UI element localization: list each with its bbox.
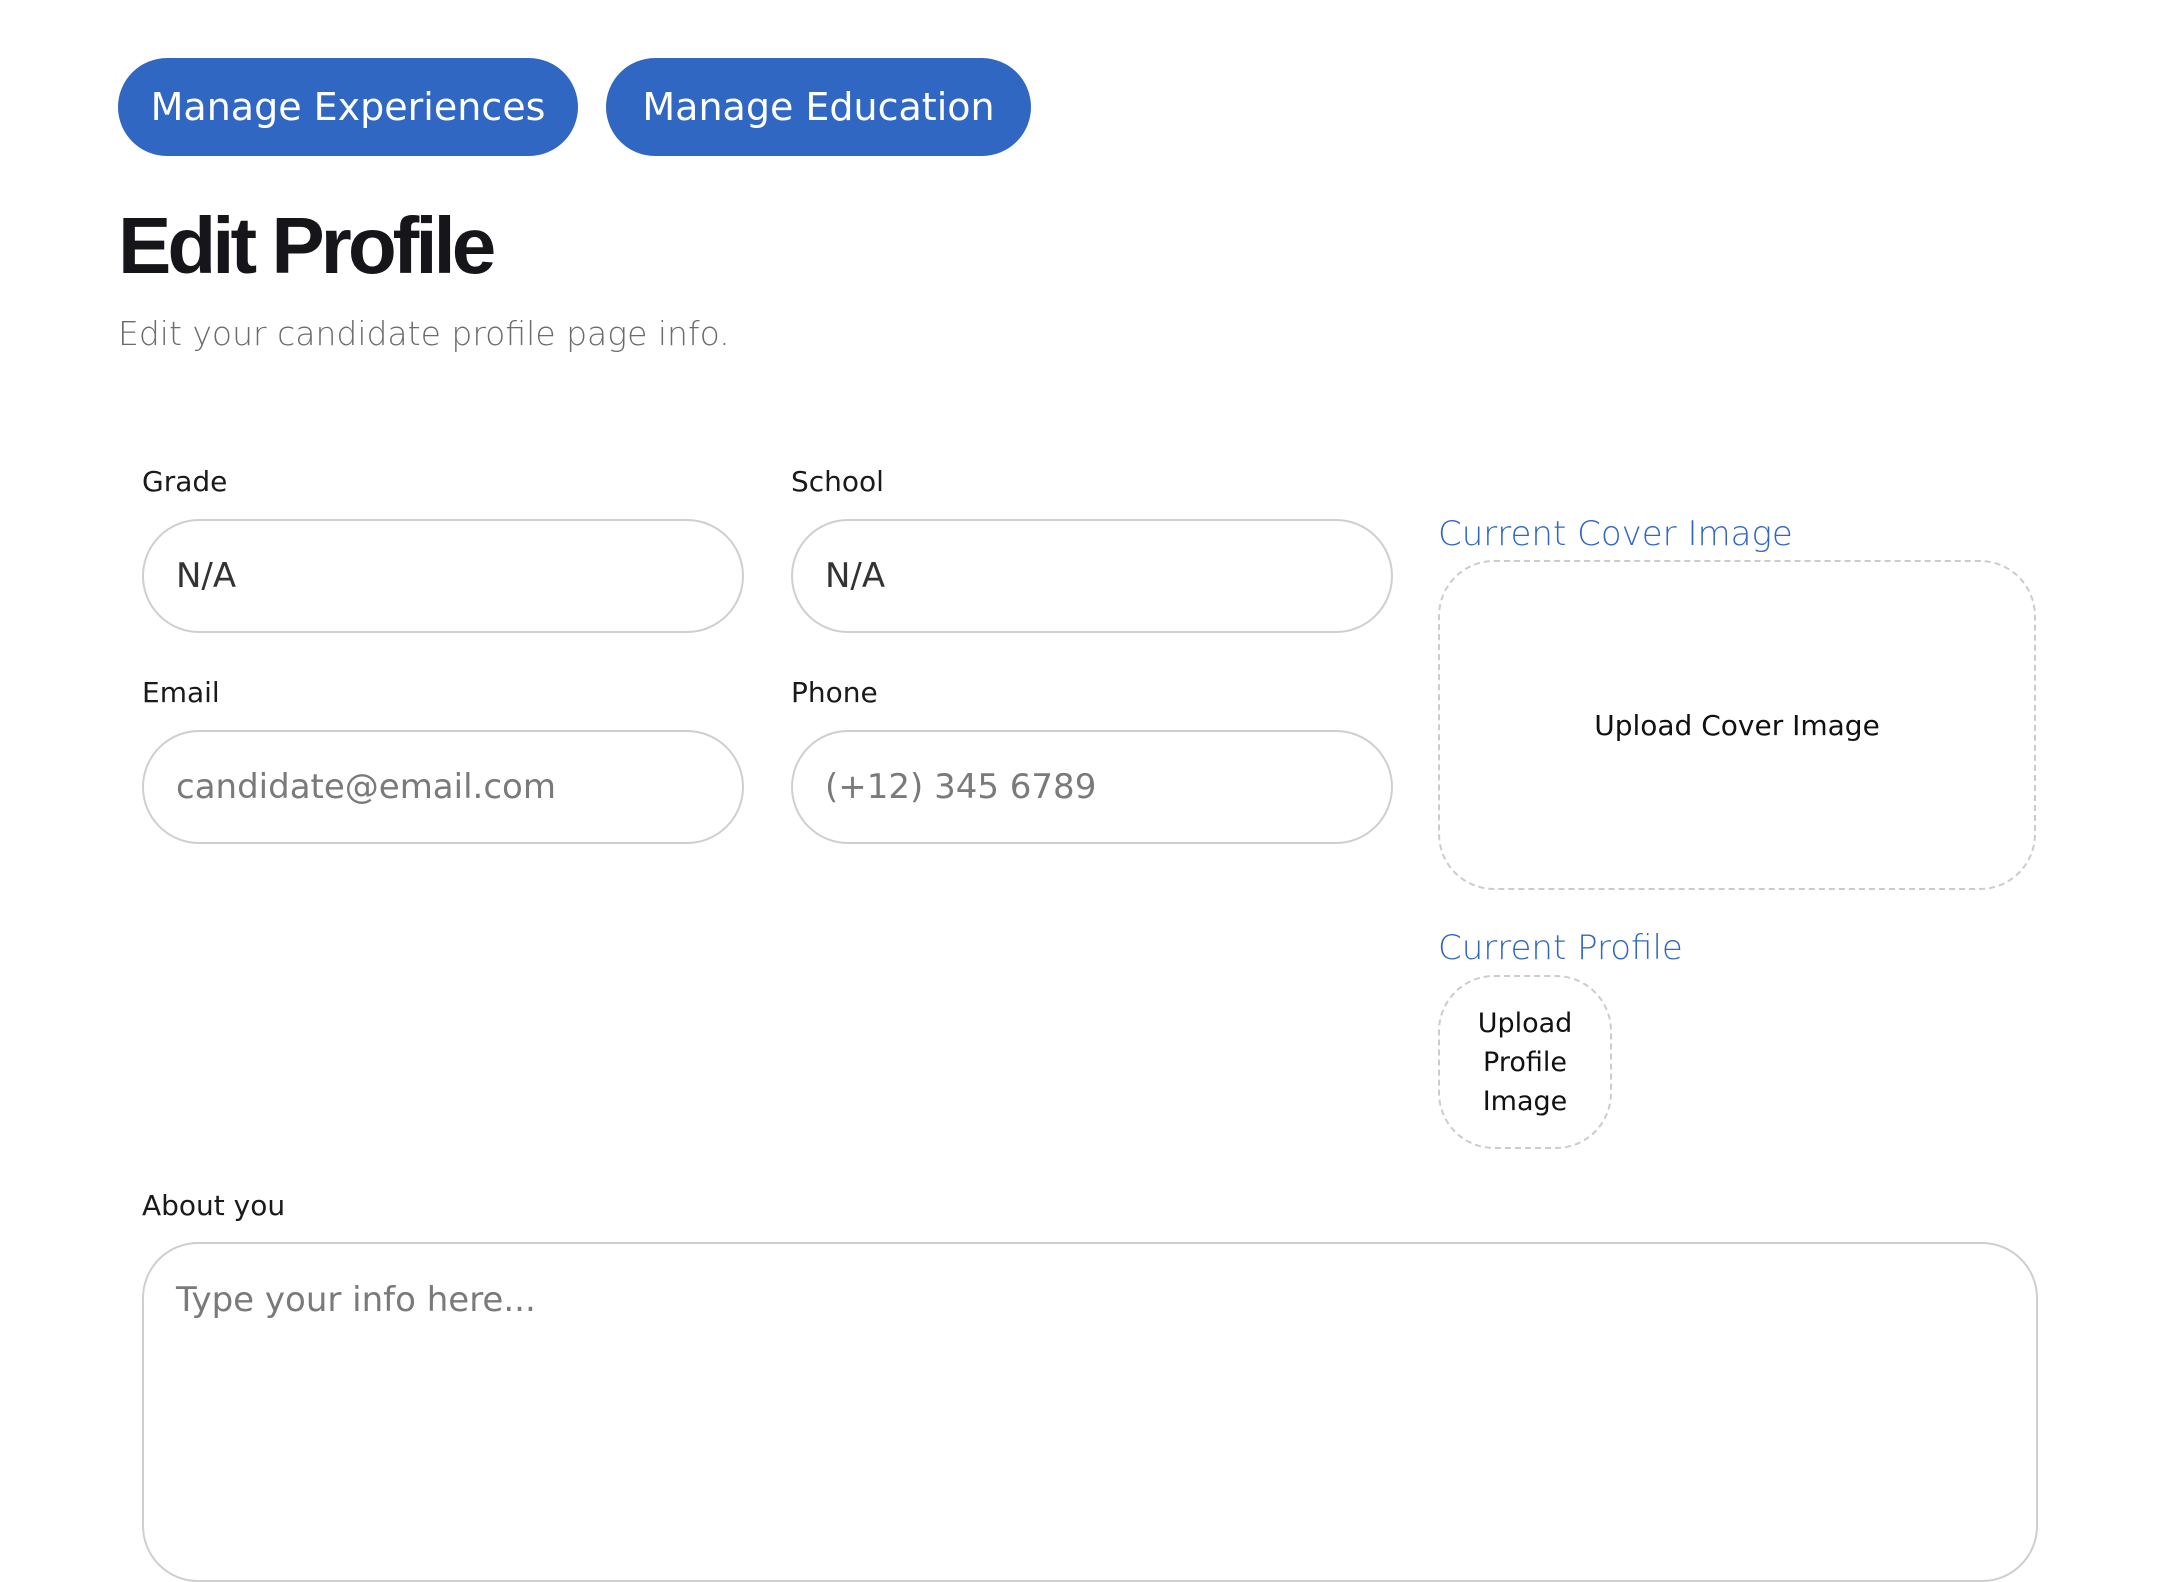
about-label: About you (142, 1189, 286, 1222)
phone-label: Phone (791, 676, 878, 709)
top-nav-buttons: Manage Experiences Manage Education (118, 58, 1031, 156)
grade-input[interactable] (142, 519, 744, 633)
phone-input[interactable] (791, 730, 1393, 844)
upload-profile-image-dropzone[interactable]: Upload Profile Image (1438, 975, 1612, 1149)
page-title: Edit Profile (118, 201, 496, 290)
manage-experiences-button[interactable]: Manage Experiences (118, 58, 578, 156)
email-label: Email (142, 676, 220, 709)
school-input[interactable] (791, 519, 1393, 633)
email-input[interactable] (142, 730, 744, 844)
cover-image-heading: Current Cover Image (1438, 514, 1793, 554)
upload-cover-image-dropzone[interactable]: Upload Cover Image (1438, 560, 2036, 890)
grade-label: Grade (142, 465, 228, 498)
page-subtitle: Edit your candidate profile page info. (118, 314, 730, 353)
profile-image-heading: Current Profile (1438, 928, 1683, 968)
manage-education-button[interactable]: Manage Education (606, 58, 1031, 156)
upload-profile-image-label: Upload Profile Image (1477, 1007, 1573, 1117)
school-label: School (791, 465, 884, 498)
upload-cover-image-label: Upload Cover Image (1594, 708, 1880, 742)
about-textarea[interactable] (142, 1242, 2038, 1582)
